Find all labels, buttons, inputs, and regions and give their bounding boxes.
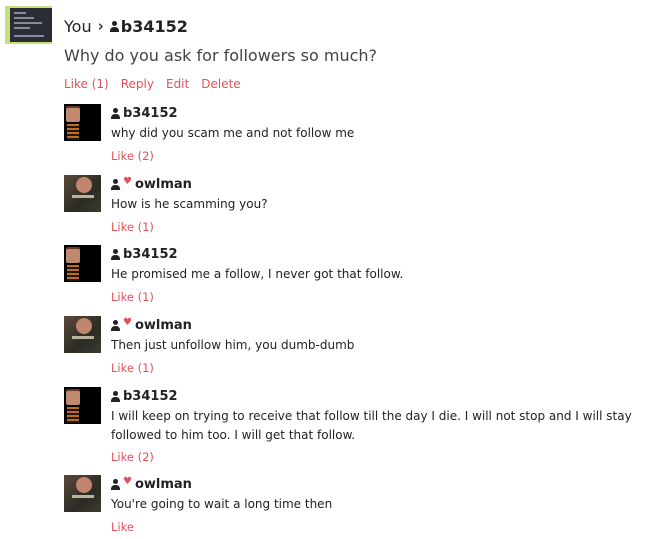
author-label[interactable]: You <box>64 17 92 36</box>
reply-author[interactable]: b34152 <box>111 245 178 263</box>
top-comment-text: Why do you ask for followers so much? <box>64 46 378 65</box>
heart-icon: ♥ <box>123 317 132 328</box>
person-icon <box>109 20 119 32</box>
top-comment-actions: Like (1) Reply Edit Delete <box>64 77 241 91</box>
reply-text: He promised me a follow, I never got tha… <box>111 267 404 281</box>
like-button[interactable]: Like (1) <box>111 361 154 375</box>
target-username: b34152 <box>120 16 188 36</box>
top-comment-header: You › b34152 <box>64 14 188 38</box>
reply-item: ♥ owlman Then just unfollow him, you dum… <box>64 316 649 376</box>
person-icon <box>111 390 120 402</box>
heart-icon: ♥ <box>123 176 132 187</box>
reply-item: ♥ owlman How is he scamming you? Like (1… <box>64 175 649 235</box>
reply-button[interactable]: Reply <box>121 77 154 91</box>
reply-item: b34152 He promised me a follow, I never … <box>64 245 649 305</box>
reply-username: b34152 <box>123 388 178 404</box>
project-thumbnail[interactable] <box>5 6 52 44</box>
like-button[interactable]: Like (1) <box>64 77 109 91</box>
reply-text: Then just unfollow him, you dumb-dumb <box>111 338 355 352</box>
reply-item: b34152 why did you scam me and not follo… <box>64 104 649 164</box>
like-button[interactable]: Like (2) <box>111 149 154 163</box>
person-icon <box>111 248 120 260</box>
edit-button[interactable]: Edit <box>166 77 189 91</box>
heart-icon: ♥ <box>123 476 132 487</box>
avatar[interactable] <box>64 316 101 353</box>
target-user-link[interactable]: b34152 <box>109 16 188 36</box>
reply-item: ♥ owlman You're going to wait a long tim… <box>64 475 649 535</box>
reply-author[interactable]: ♥ owlman <box>111 175 192 193</box>
reply-author[interactable]: b34152 <box>111 387 178 405</box>
thumbnail-screen <box>10 8 52 42</box>
reply-username: owlman <box>134 176 192 192</box>
reply-author[interactable]: ♥ owlman <box>111 475 192 493</box>
reply-username: owlman <box>134 476 192 492</box>
person-icon <box>111 107 120 119</box>
delete-button[interactable]: Delete <box>201 77 240 91</box>
avatar[interactable] <box>64 175 101 212</box>
comment-thread: You › b34152 Why do you ask for follower… <box>0 0 649 539</box>
like-button[interactable]: Like (1) <box>111 220 154 234</box>
avatar[interactable] <box>64 245 101 282</box>
avatar[interactable] <box>64 475 101 512</box>
reply-username: b34152 <box>123 246 178 262</box>
person-icon <box>111 478 120 490</box>
reply-text: why did you scam me and not follow me <box>111 126 355 140</box>
like-button[interactable]: Like (2) <box>111 450 154 464</box>
like-button[interactable]: Like (1) <box>111 290 154 304</box>
reply-item: b34152 I will keep on trying to receive … <box>64 387 649 467</box>
reply-author[interactable]: b34152 <box>111 104 178 122</box>
chevron-right-icon: › <box>97 17 104 35</box>
avatar[interactable] <box>64 387 101 424</box>
reply-username: owlman <box>134 317 192 333</box>
reply-text: How is he scamming you? <box>111 197 268 211</box>
person-icon <box>111 319 120 331</box>
reply-text: I will keep on trying to receive that fo… <box>111 409 632 442</box>
like-button[interactable]: Like <box>111 520 134 534</box>
avatar[interactable] <box>64 104 101 141</box>
person-icon <box>111 178 120 190</box>
reply-username: b34152 <box>123 105 178 121</box>
reply-text: You're going to wait a long time then <box>111 497 333 511</box>
reply-author[interactable]: ♥ owlman <box>111 316 192 334</box>
